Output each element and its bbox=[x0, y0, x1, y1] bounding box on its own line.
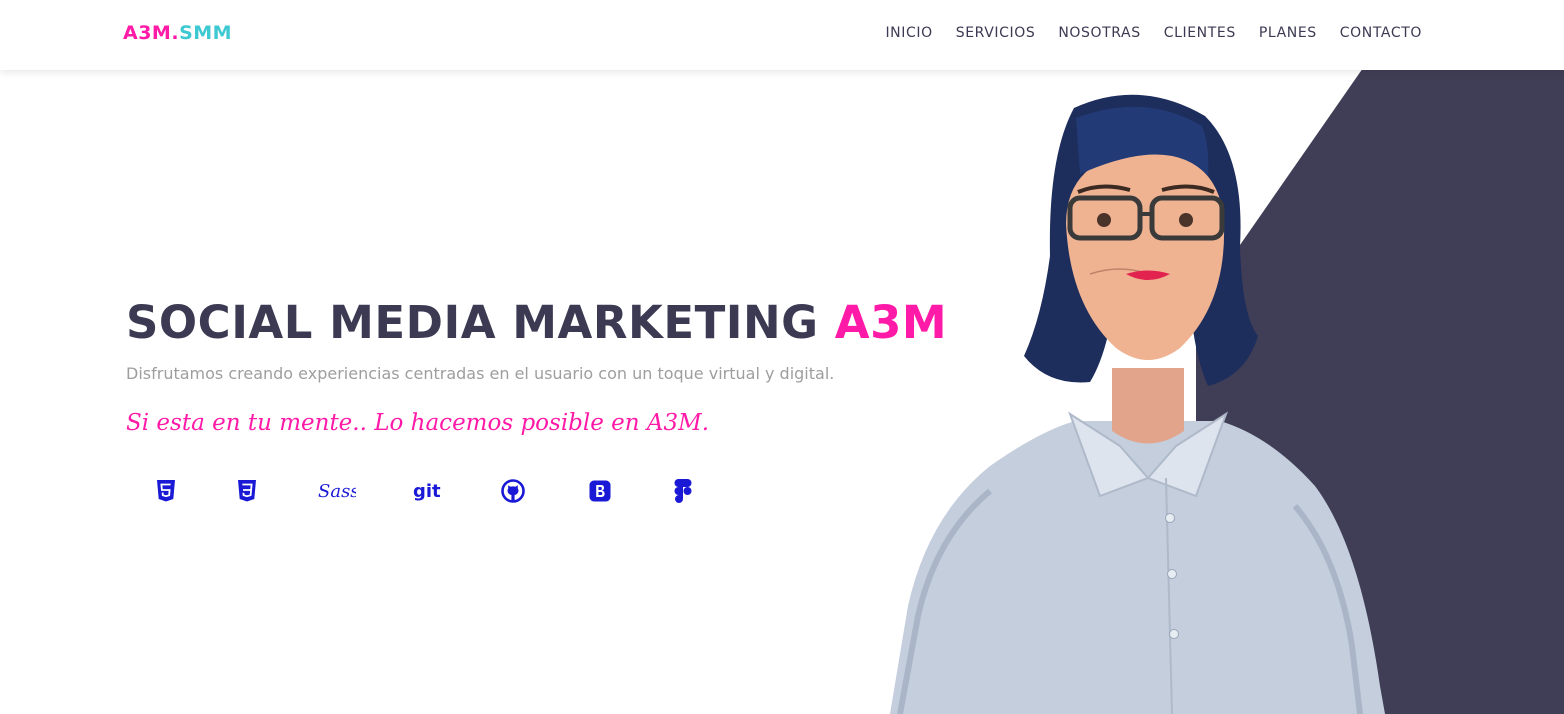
avatar-illustration bbox=[890, 94, 1385, 714]
hero-subtitle: Disfrutamos creando experiencias centrad… bbox=[126, 364, 835, 383]
bootstrap-icon bbox=[589, 476, 611, 506]
brand-logo-part-1: A3M. bbox=[123, 22, 180, 44]
github-icon bbox=[500, 476, 526, 506]
avatar-neck bbox=[1112, 368, 1184, 444]
avatar-button bbox=[1169, 629, 1179, 639]
avatar-eye-right bbox=[1179, 213, 1193, 227]
figma-icon bbox=[674, 476, 692, 506]
nav-link-planes[interactable]: PLANES bbox=[1259, 25, 1317, 41]
nav-link-inicio[interactable]: INICIO bbox=[885, 25, 932, 41]
avatar-button bbox=[1167, 569, 1177, 579]
avatar-button bbox=[1165, 513, 1175, 523]
navbar: A3M.SMM INICIO SERVICIOS NOSOTRAS CLIENT… bbox=[0, 0, 1564, 70]
main-nav: INICIO SERVICIOS NOSOTRAS CLIENTES PLANE… bbox=[885, 25, 1422, 41]
hero-title-main: SOCIAL MEDIA MARKETING bbox=[126, 296, 835, 349]
nav-link-nosotras[interactable]: NOSOTRAS bbox=[1058, 25, 1140, 41]
nav-link-contacto[interactable]: CONTACTO bbox=[1340, 25, 1422, 41]
nav-link-clientes[interactable]: CLIENTES bbox=[1164, 25, 1236, 41]
git-icon-label: git bbox=[413, 481, 441, 502]
avatar-eye-left bbox=[1097, 213, 1111, 227]
git-icon: git bbox=[412, 476, 442, 506]
html5-icon bbox=[156, 476, 176, 506]
hero-tagline: Si esta en tu mente.. Lo hacemos posible… bbox=[126, 410, 710, 436]
brand-logo[interactable]: A3M.SMM bbox=[123, 22, 232, 44]
hero-title: SOCIAL MEDIA MARKETING A3M bbox=[126, 296, 947, 349]
sass-icon-label: Sass bbox=[318, 481, 356, 502]
nav-link-servicios[interactable]: SERVICIOS bbox=[956, 25, 1036, 41]
brand-logo-part-2: SMM bbox=[179, 22, 233, 44]
css3-icon bbox=[237, 476, 257, 506]
sass-icon: Sass bbox=[316, 476, 356, 506]
